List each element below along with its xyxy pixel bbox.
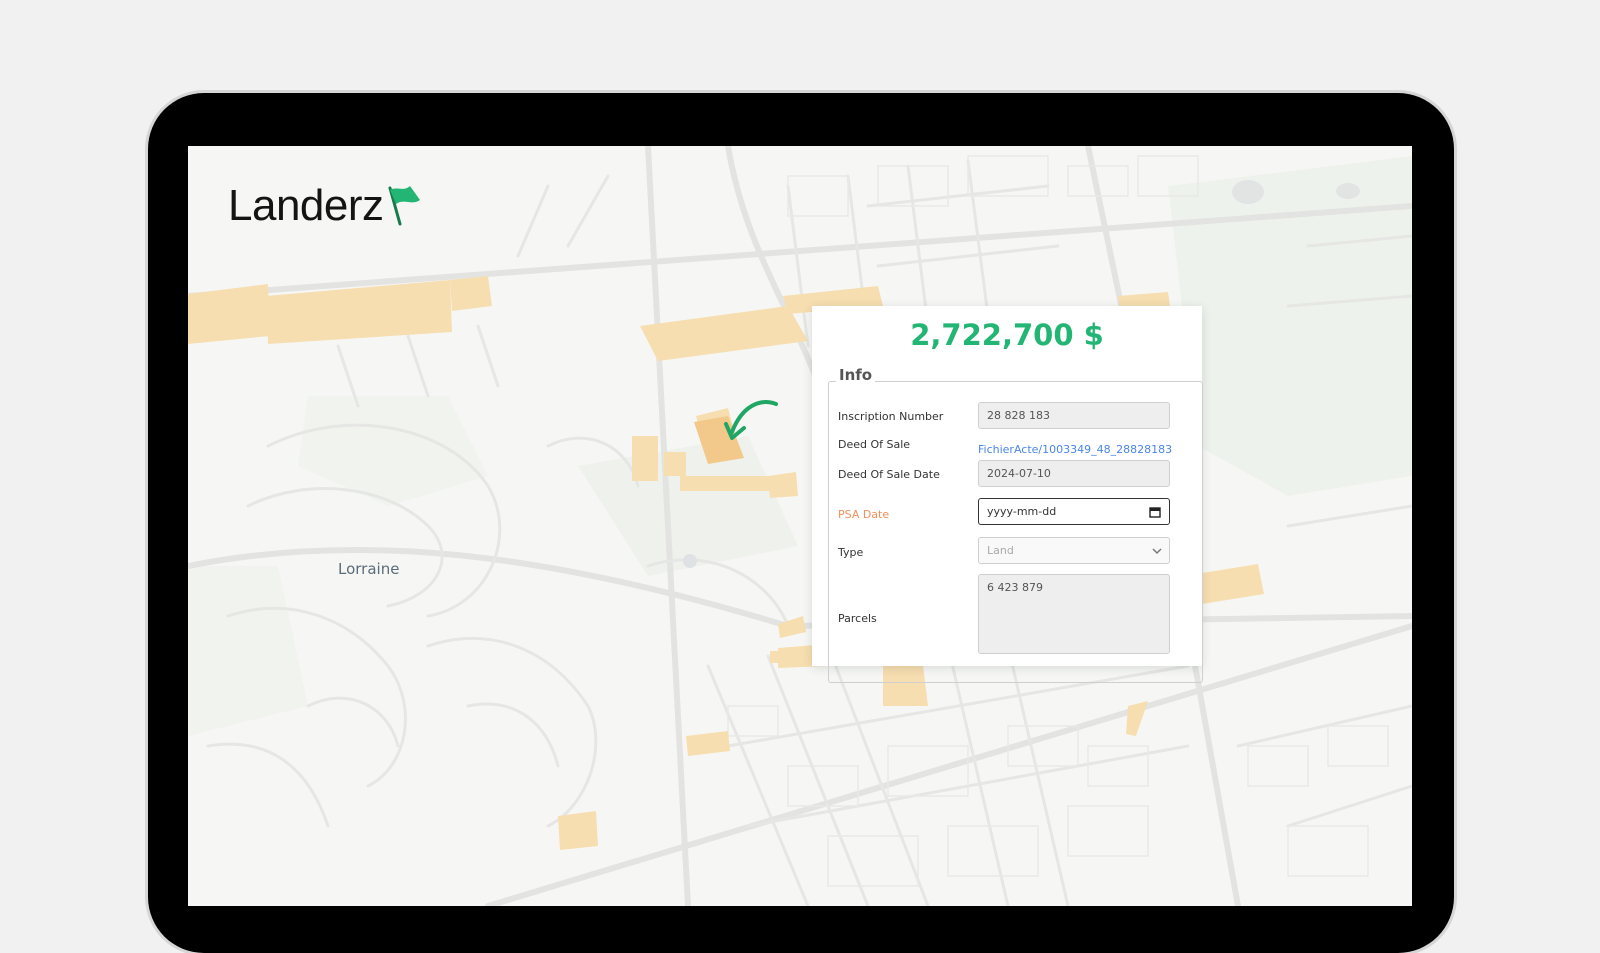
type-select[interactable]: Land xyxy=(978,537,1170,564)
psa-date-placeholder: yyyy-mm-dd xyxy=(987,505,1057,518)
psa-date-label: PSA Date xyxy=(838,508,890,521)
parcels-label: Parcels xyxy=(838,612,877,625)
app-screen: Landerz Lorraine 2,722,700 $ Info Inscri… xyxy=(188,146,1412,906)
inscription-number-field[interactable]: 28 828 183 xyxy=(978,402,1170,429)
map-place-label: Lorraine xyxy=(338,560,400,578)
property-info-panel: 2,722,700 $ Info Inscription Number 28 8… xyxy=(812,306,1203,683)
type-selected-value: Land xyxy=(987,544,1014,557)
deed-of-sale-date-label: Deed Of Sale Date xyxy=(838,468,940,481)
info-section-title: Info xyxy=(836,366,876,384)
deed-of-sale-date-field[interactable]: 2024-07-10 xyxy=(978,460,1170,487)
landerz-logo[interactable]: Landerz xyxy=(228,184,422,228)
psa-date-field[interactable]: yyyy-mm-dd xyxy=(978,498,1170,525)
brand-name: Landerz xyxy=(228,181,384,230)
chevron-down-icon xyxy=(1152,548,1162,555)
deed-of-sale-label: Deed Of Sale xyxy=(838,438,911,451)
parcels-field[interactable]: 6 423 879 xyxy=(978,574,1170,654)
sale-price: 2,722,700 $ xyxy=(910,318,1104,352)
deed-of-sale-link[interactable]: FichierActe/1003349_48_28828183.pdf xyxy=(978,443,1173,456)
map-canvas[interactable] xyxy=(188,146,1412,906)
calendar-icon[interactable] xyxy=(1149,506,1161,518)
inscription-number-label: Inscription Number xyxy=(838,410,944,423)
type-label: Type xyxy=(838,546,864,559)
curved-arrow-icon xyxy=(724,400,778,440)
flag-icon xyxy=(388,186,420,226)
